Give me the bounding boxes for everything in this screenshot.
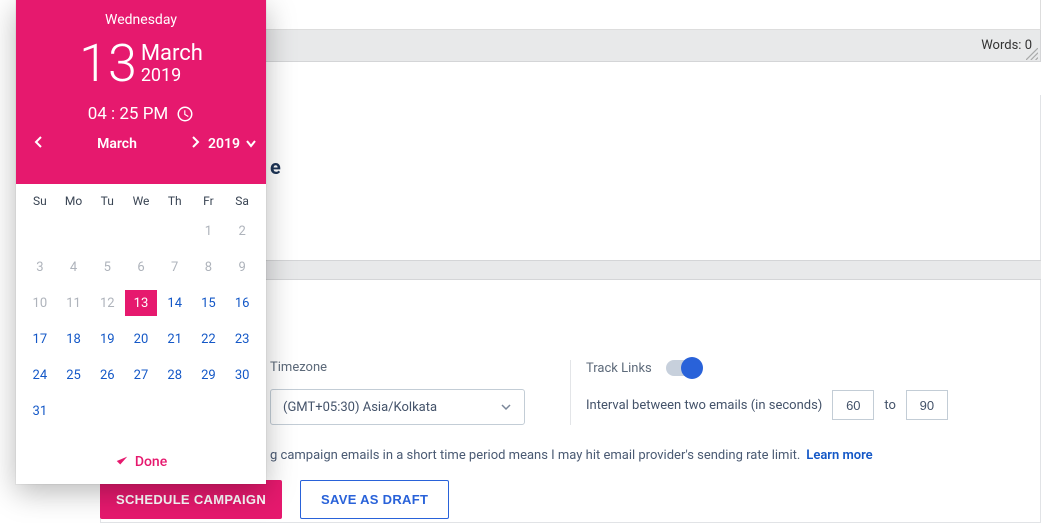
- chevron-down-icon: [500, 401, 512, 413]
- track-links-toggle[interactable]: [666, 360, 700, 376]
- chevron-left-icon: [34, 136, 44, 148]
- dp-day-cell[interactable]: 24: [24, 362, 56, 388]
- dp-empty-cell: [58, 218, 90, 244]
- section-heading: e: [270, 155, 281, 179]
- dp-day-cell[interactable]: 14: [159, 290, 191, 316]
- dp-weekday-header: Th: [159, 194, 191, 208]
- dp-day-cell[interactable]: 18: [58, 326, 90, 352]
- dp-day-cell[interactable]: 25: [58, 362, 90, 388]
- datetime-picker: Wednesday 13 March 2019 04 : 25 PM March…: [16, 0, 266, 484]
- dp-day-cell[interactable]: 30: [226, 362, 258, 388]
- dp-nav-year[interactable]: 2019: [208, 136, 256, 152]
- check-icon: [115, 454, 129, 468]
- dp-day-cell[interactable]: 6: [125, 254, 157, 280]
- dp-empty-cell: [159, 218, 191, 244]
- timezone-label: Timezone: [270, 360, 555, 375]
- clock-icon: [176, 105, 194, 123]
- dp-next-month[interactable]: [182, 136, 208, 152]
- dp-year: 2019: [141, 66, 181, 87]
- dp-empty-cell: [125, 218, 157, 244]
- dp-day-cell[interactable]: 2: [226, 218, 258, 244]
- dp-weekday-header: Fr: [193, 194, 225, 208]
- dp-time[interactable]: 04 : 25 PM: [16, 104, 266, 124]
- dp-time-value: 04 : 25 PM: [88, 104, 169, 124]
- dp-day-cell[interactable]: 26: [91, 362, 123, 388]
- dp-day-cell[interactable]: 3: [24, 254, 56, 280]
- dp-day-cell[interactable]: 27: [125, 362, 157, 388]
- dp-day-cell[interactable]: 1: [193, 218, 225, 244]
- dp-weekday-header: Tu: [91, 194, 123, 208]
- word-count-label: Words: 0: [981, 38, 1032, 53]
- dp-day-cell[interactable]: 7: [159, 254, 191, 280]
- dp-day-cell[interactable]: 20: [125, 326, 157, 352]
- chevron-down-icon: [246, 140, 256, 148]
- track-links-label: Track Links: [586, 361, 652, 376]
- dp-calendar-grid: SuMoTuWeThFrSa12345678910111213141516171…: [24, 194, 258, 424]
- timezone-selected-value: (GMT+05:30) Asia/Kolkata: [283, 400, 437, 415]
- dp-day-cell[interactable]: 8: [193, 254, 225, 280]
- dp-day-cell[interactable]: 28: [159, 362, 191, 388]
- dp-day-cell[interactable]: 5: [91, 254, 123, 280]
- dp-weekday-header: We: [125, 194, 157, 208]
- interval-from-input[interactable]: [832, 390, 874, 420]
- resize-handle-icon[interactable]: [1026, 48, 1038, 60]
- dp-weekday-header: Su: [24, 194, 56, 208]
- dp-weekday-header: Sa: [226, 194, 258, 208]
- learn-more-link[interactable]: Learn more: [806, 448, 872, 463]
- dp-day-cell[interactable]: 16: [226, 290, 258, 316]
- dp-day-cell[interactable]: 22: [193, 326, 225, 352]
- save-as-draft-button[interactable]: SAVE AS DRAFT: [300, 480, 449, 519]
- rate-limit-warning-text: g campaign emails in a short time period…: [270, 448, 800, 463]
- dp-empty-cell: [91, 218, 123, 244]
- dp-day-cell[interactable]: 15: [193, 290, 225, 316]
- dp-day-cell[interactable]: 9: [226, 254, 258, 280]
- dp-day-cell[interactable]: 31: [24, 398, 56, 424]
- interval-to-input[interactable]: [906, 390, 948, 420]
- interval-to-word: to: [884, 398, 896, 413]
- dp-day-cell[interactable]: 17: [24, 326, 56, 352]
- interval-label: Interval between two emails (in seconds): [586, 398, 822, 413]
- dp-prev-month[interactable]: [26, 136, 52, 152]
- dp-month: March: [141, 41, 203, 66]
- dp-done-button[interactable]: Done: [16, 438, 266, 484]
- dp-day-cell[interactable]: 4: [58, 254, 90, 280]
- dp-weekday-header: Mo: [58, 194, 90, 208]
- dp-empty-cell: [24, 218, 56, 244]
- dp-day-cell[interactable]: 21: [159, 326, 191, 352]
- dp-day-cell[interactable]: 12: [91, 290, 123, 316]
- dp-day-cell[interactable]: 13: [125, 290, 157, 316]
- dp-day-number: 13: [79, 38, 137, 90]
- timezone-select[interactable]: (GMT+05:30) Asia/Kolkata: [270, 389, 525, 425]
- dp-day-cell[interactable]: 19: [91, 326, 123, 352]
- dp-day-cell[interactable]: 23: [226, 326, 258, 352]
- dp-nav-month[interactable]: March: [52, 136, 182, 152]
- chevron-right-icon: [190, 136, 200, 148]
- dp-day-cell[interactable]: 10: [24, 290, 56, 316]
- rate-limit-warning: g campaign emails in a short time period…: [270, 448, 1016, 463]
- dp-day-cell[interactable]: 29: [193, 362, 225, 388]
- schedule-campaign-button[interactable]: SCHEDULE CAMPAIGN: [100, 480, 282, 519]
- dp-day-cell[interactable]: 11: [58, 290, 90, 316]
- dp-weekday: Wednesday: [16, 12, 266, 28]
